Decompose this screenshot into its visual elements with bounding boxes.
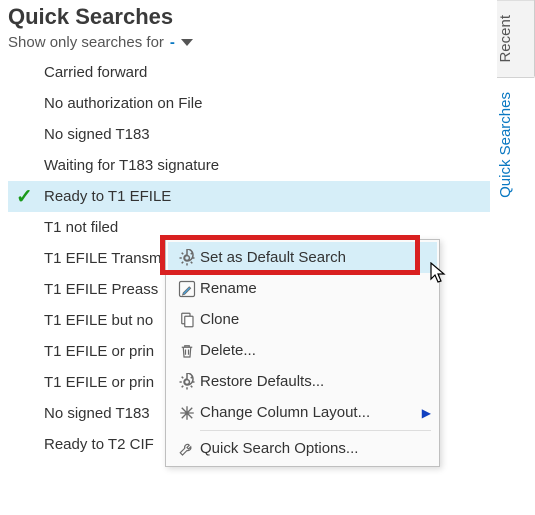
menu-item-delete[interactable]: Delete... [168, 335, 437, 366]
asterisk-icon [174, 404, 200, 422]
menu-item-quick-search-options[interactable]: Quick Search Options... [168, 433, 437, 464]
list-item-label: Ready to T1 EFILE [44, 188, 490, 205]
filter-label: Show only searches for [8, 34, 164, 51]
menu-item-label: Change Column Layout... [200, 404, 422, 421]
filter-value: - [170, 34, 175, 51]
page-title: Quick Searches [8, 4, 490, 30]
list-item[interactable]: Waiting for T183 signature [8, 150, 490, 181]
list-item[interactable]: Carried forward [8, 57, 490, 88]
side-tab-recent[interactable]: Recent [497, 0, 535, 77]
list-item-label: No signed T183 [44, 126, 490, 143]
menu-separator [200, 430, 431, 431]
gear-icon [174, 249, 200, 267]
menu-item-label: Rename [200, 280, 431, 297]
menu-item-change-column-layout[interactable]: Change Column Layout...▶ [168, 397, 437, 428]
menu-item-restore-defaults[interactable]: Restore Defaults... [168, 366, 437, 397]
trash-icon [174, 342, 200, 360]
list-item-label: Carried forward [44, 64, 490, 81]
gear-small-icon [174, 373, 200, 391]
menu-item-label: Set as Default Search [200, 249, 431, 266]
list-item-label: Waiting for T183 signature [44, 157, 490, 174]
menu-item-label: Quick Search Options... [200, 440, 431, 457]
list-item[interactable]: No signed T183 [8, 119, 490, 150]
menu-item-set-as-default-search[interactable]: Set as Default Search [168, 242, 437, 273]
menu-item-label: Clone [200, 311, 431, 328]
context-menu: Set as Default Search Rename Clone Delete..… [165, 239, 440, 467]
chevron-down-icon[interactable] [181, 39, 193, 46]
list-item-label: No authorization on File [44, 95, 490, 112]
filter-row[interactable]: Show only searches for - [8, 34, 490, 51]
menu-item-label: Restore Defaults... [200, 373, 431, 390]
side-tab-quick-searches[interactable]: Quick Searches [497, 77, 535, 212]
menu-item-clone[interactable]: Clone [168, 304, 437, 335]
list-item-label: T1 not filed [44, 219, 490, 236]
menu-item-rename[interactable]: Rename [168, 273, 437, 304]
list-item[interactable]: No authorization on File [8, 88, 490, 119]
wrench-icon [174, 440, 200, 458]
side-tabs: RecentQuick Searches [497, 0, 535, 211]
list-item[interactable]: ✓Ready to T1 EFILE [8, 181, 490, 212]
menu-item-label: Delete... [200, 342, 431, 359]
pencil-icon [174, 280, 200, 298]
copy-icon [174, 311, 200, 329]
checkmark-icon: ✓ [16, 184, 44, 209]
submenu-arrow-icon: ▶ [422, 406, 431, 420]
